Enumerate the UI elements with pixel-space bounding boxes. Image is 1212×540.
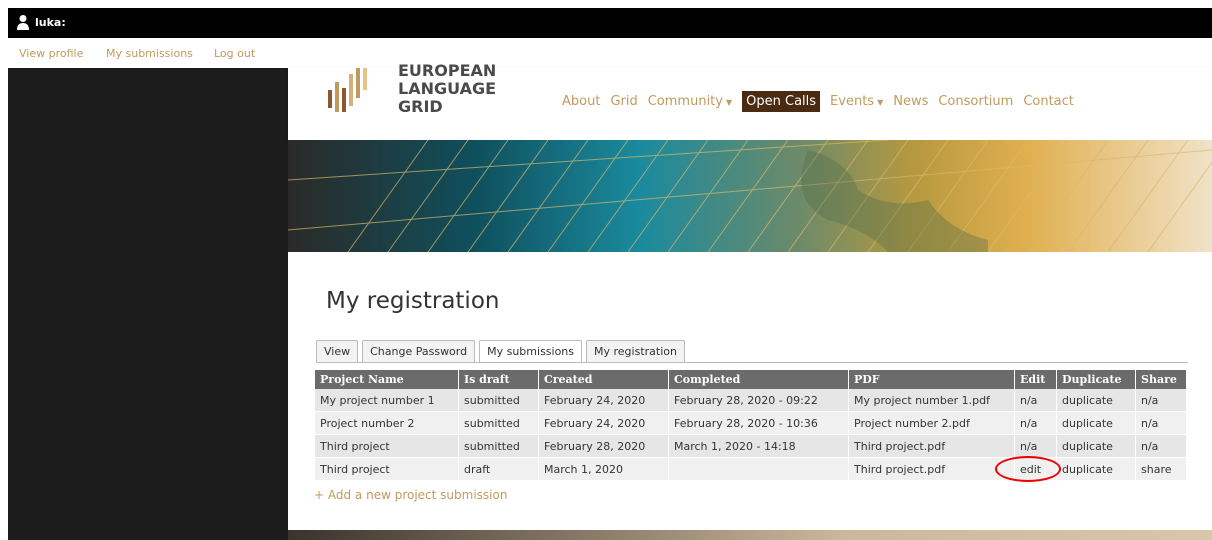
- nav-events-label: Events: [830, 94, 875, 109]
- view-profile-link[interactable]: View profile: [19, 47, 83, 60]
- site-header: EUROPEAN LANGUAGE GRID About Grid Commun…: [288, 62, 1212, 140]
- duplicate-link[interactable]: duplicate: [1056, 389, 1136, 412]
- user-subnav: View profile My submissions Log out: [8, 38, 1212, 68]
- cell-project-name: Third project: [315, 434, 459, 458]
- nav-community-label: Community: [647, 94, 723, 109]
- cell-created: March 1, 2020: [538, 457, 669, 481]
- share-link[interactable]: share: [1135, 457, 1187, 481]
- content-panel: My registration View Change Password My …: [288, 252, 1212, 530]
- my-submissions-link[interactable]: My submissions: [106, 47, 193, 60]
- cell-created: February 24, 2020: [538, 411, 669, 435]
- main-navigation: About Grid Community ▼ Open Calls Events ▼…: [562, 91, 1074, 112]
- logo-line-1: EUROPEAN: [398, 61, 497, 80]
- user-menu[interactable]: luka:: [16, 14, 66, 30]
- cell-completed: [668, 457, 849, 481]
- cell-share: n/a: [1135, 434, 1187, 458]
- cell-share: n/a: [1135, 389, 1187, 412]
- nav-events[interactable]: Events ▼: [830, 94, 883, 109]
- logo-line-3: GRID: [398, 97, 443, 116]
- cell-is-draft: submitted: [458, 411, 539, 435]
- col-created[interactable]: Created: [538, 370, 669, 389]
- user-icon: [17, 15, 29, 30]
- tab-view[interactable]: View: [316, 340, 359, 362]
- cell-completed: March 1, 2020 - 14:18: [668, 434, 849, 458]
- cell-project-name: My project number 1: [315, 389, 459, 412]
- admin-toolbar: luka:: [8, 8, 1212, 38]
- username: luka:: [35, 15, 66, 29]
- duplicate-link[interactable]: duplicate: [1056, 411, 1136, 435]
- site-logo-text: EUROPEAN LANGUAGE GRID: [398, 62, 496, 116]
- highlight-annotation: [995, 456, 1061, 482]
- add-submission-link[interactable]: + Add a new project submission: [314, 488, 507, 502]
- cell-edit: n/a: [1014, 411, 1057, 435]
- tab-my-registration[interactable]: My registration: [586, 340, 685, 362]
- sidebar: [8, 68, 288, 540]
- col-pdf: PDF: [848, 370, 1015, 389]
- nav-open-calls[interactable]: Open Calls: [742, 91, 821, 112]
- col-share: Share: [1135, 370, 1187, 389]
- col-edit: Edit: [1014, 370, 1057, 389]
- nav-community[interactable]: Community ▼: [648, 94, 732, 109]
- nav-consortium[interactable]: Consortium: [938, 94, 1013, 109]
- nav-grid[interactable]: Grid: [610, 94, 637, 109]
- logo-icon[interactable]: [328, 68, 384, 120]
- pdf-link[interactable]: Third project.pdf: [848, 457, 1015, 481]
- cell-edit: n/a: [1014, 389, 1057, 412]
- table-row: Third project submitted February 28, 202…: [315, 434, 1187, 458]
- nav-contact[interactable]: Contact: [1023, 94, 1074, 109]
- log-out-link[interactable]: Log out: [214, 47, 255, 60]
- table-header-row: Project Name Is draft Created Completed …: [315, 370, 1187, 389]
- chevron-down-icon: ▼: [877, 98, 884, 107]
- cell-completed: February 28, 2020 - 09:22: [668, 389, 849, 412]
- table-row: Project number 2 submitted February 24, …: [315, 411, 1187, 435]
- tab-bar: View Change Password My submissions My r…: [316, 340, 685, 362]
- pdf-link[interactable]: My project number 1.pdf: [848, 389, 1015, 412]
- col-project-name[interactable]: Project Name: [315, 370, 459, 389]
- pdf-link[interactable]: Third project.pdf: [848, 434, 1015, 458]
- cell-share: n/a: [1135, 411, 1187, 435]
- table-row: My project number 1 submitted February 2…: [315, 389, 1187, 412]
- banner-image: [288, 140, 1212, 252]
- cell-is-draft: submitted: [458, 434, 539, 458]
- cell-is-draft: submitted: [458, 389, 539, 412]
- col-duplicate: Duplicate: [1056, 370, 1136, 389]
- cell-completed: February 28, 2020 - 10:36: [668, 411, 849, 435]
- tab-change-password[interactable]: Change Password: [362, 340, 476, 362]
- cell-created: February 28, 2020: [538, 434, 669, 458]
- cell-created: February 24, 2020: [538, 389, 669, 412]
- chevron-down-icon: ▼: [725, 98, 733, 107]
- tab-my-submissions[interactable]: My submissions: [479, 340, 583, 362]
- nav-about[interactable]: About: [562, 94, 600, 109]
- tab-divider: [316, 362, 1188, 363]
- cell-is-draft: draft: [458, 457, 539, 481]
- col-completed[interactable]: Completed: [668, 370, 849, 389]
- cell-project-name: Project number 2: [315, 411, 459, 435]
- cell-project-name: Third project: [315, 457, 459, 481]
- cell-edit: n/a: [1014, 434, 1057, 458]
- col-is-draft[interactable]: Is draft: [458, 370, 539, 389]
- footer-background: [288, 530, 1212, 540]
- duplicate-link[interactable]: duplicate: [1056, 434, 1136, 458]
- pdf-link[interactable]: Project number 2.pdf: [848, 411, 1015, 435]
- hero-banner: [288, 140, 1212, 252]
- page-title: My registration: [326, 288, 500, 314]
- nav-news[interactable]: News: [893, 94, 928, 109]
- logo-line-2: LANGUAGE: [398, 79, 497, 98]
- duplicate-link[interactable]: duplicate: [1056, 457, 1136, 481]
